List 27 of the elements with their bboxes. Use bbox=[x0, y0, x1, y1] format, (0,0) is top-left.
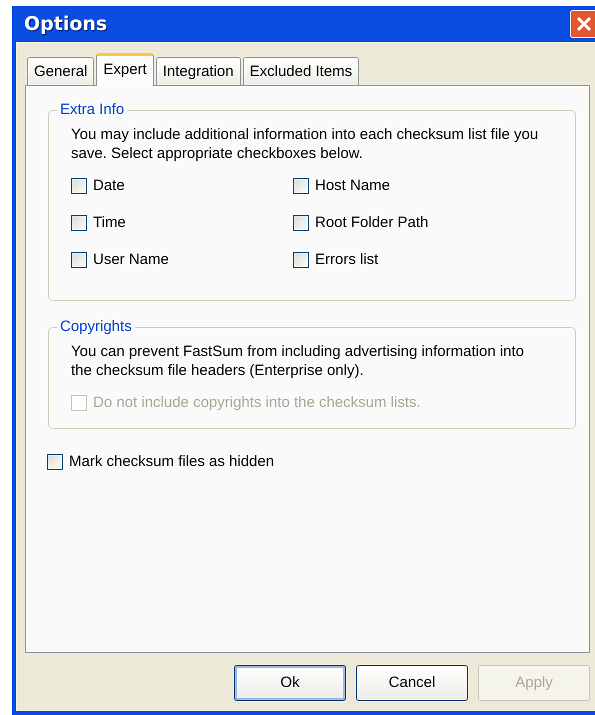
tab[interactable]: Expert bbox=[96, 53, 154, 86]
dialog-button[interactable]: Cancel bbox=[356, 665, 468, 701]
checkbox-label: Root Folder Path bbox=[315, 212, 428, 233]
close-button[interactable] bbox=[570, 10, 595, 38]
tab[interactable]: Excluded Items bbox=[242, 57, 360, 85]
dialog-button[interactable]: Ok bbox=[234, 665, 346, 701]
description-text: You can prevent FastSum from including advertising information into the checksum file headers (Enterprise only). bbox=[71, 342, 526, 380]
checkbox-label: Mark checksum files as hidden bbox=[69, 452, 274, 472]
checkbox-label: Errors list bbox=[315, 250, 378, 270]
checkbox[interactable] bbox=[71, 178, 87, 194]
tab[interactable]: Integration bbox=[156, 57, 241, 85]
checkbox[interactable] bbox=[71, 252, 87, 268]
tab[interactable]: General bbox=[27, 57, 94, 85]
checkbox-label: User Name bbox=[93, 250, 169, 270]
checkbox-label: Date bbox=[93, 176, 125, 196]
checkbox-label: Do not include copyrights into the checksum lists. bbox=[93, 392, 421, 413]
description-text: You may include additional information into each checksum list file you save. Select appropriate checkboxes below. bbox=[71, 125, 540, 163]
checkbox[interactable] bbox=[71, 215, 87, 231]
checkbox[interactable] bbox=[293, 178, 309, 194]
checkbox[interactable] bbox=[293, 215, 309, 231]
checkbox[interactable] bbox=[293, 252, 309, 268]
group-title: Copyrights bbox=[57, 317, 135, 337]
checkbox-label: Time bbox=[93, 212, 126, 233]
checkbox-label: Host Name bbox=[315, 176, 390, 196]
close-icon bbox=[576, 16, 592, 32]
window-title: Options bbox=[24, 12, 108, 37]
checkbox[interactable] bbox=[47, 454, 63, 470]
